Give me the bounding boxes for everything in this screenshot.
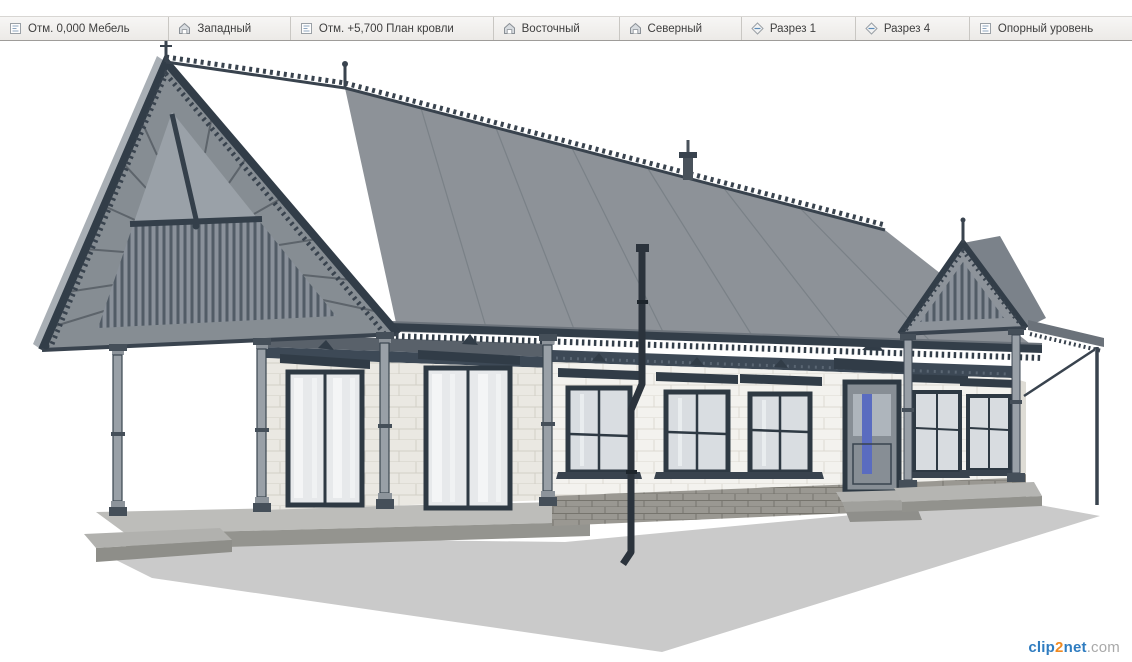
- view-tab-label: Разрез 1: [769, 22, 817, 35]
- view-tab-label: Отм. +5,700 План кровли: [318, 22, 454, 35]
- view-tab-label: Восточный: [521, 22, 580, 35]
- view-tab-zapadny[interactable]: Западный: [169, 17, 291, 40]
- elevation-icon: [629, 22, 642, 35]
- watermark-com: .com: [1086, 639, 1120, 656]
- window-top-strip: [0, 0, 1132, 16]
- section-icon: [865, 22, 878, 35]
- view-tab-label: Разрез 4: [883, 22, 931, 35]
- watermark-clip: clip: [1028, 639, 1056, 656]
- view-tab-label: Отм. 0,000 Мебель: [28, 22, 130, 35]
- view-tab-razrez-1[interactable]: Разрез 1: [742, 17, 856, 40]
- window-4: [738, 359, 824, 479]
- view-tab-severny[interactable]: Северный: [620, 17, 742, 40]
- house-3d-model: [33, 33, 1104, 652]
- veranda-column-1: [109, 344, 127, 516]
- roof-vent-stack: [679, 140, 697, 180]
- clip2net-watermark: clip2net.com: [1028, 639, 1120, 656]
- watermark-net: net: [1063, 639, 1087, 656]
- view-tab-oporny-uroven[interactable]: Опорный уровень: [970, 17, 1132, 40]
- floor-plan-icon: [9, 22, 22, 35]
- watermark-2: 2: [1055, 639, 1064, 656]
- view-tab-razrez-4[interactable]: Разрез 4: [856, 17, 970, 40]
- veranda-gable-roof: [33, 33, 402, 352]
- floor-plan-icon: [979, 22, 992, 35]
- window-top-area: Отм. 0,000 Мебель Западный Отм. +5,700 П…: [0, 0, 1132, 41]
- veranda-back-wall: [264, 334, 552, 511]
- view-tab-label: Опорный уровень: [997, 22, 1094, 35]
- 3d-view-canvas[interactable]: clip2net.com: [0, 0, 1132, 662]
- view-tab-bar: Отм. 0,000 Мебель Западный Отм. +5,700 П…: [0, 16, 1132, 41]
- view-tab-vostochny[interactable]: Восточный: [494, 17, 620, 40]
- window-3: [654, 357, 742, 479]
- view-tab-otm-0000-mebel[interactable]: Отм. 0,000 Мебель: [0, 17, 170, 40]
- view-tab-label: Северный: [647, 22, 703, 35]
- view-tab-label: Западный: [197, 22, 252, 35]
- section-icon: [751, 22, 764, 35]
- floor-plan-icon: [300, 22, 313, 35]
- view-tab-otm-5700-plan-krovli[interactable]: Отм. +5,700 План кровли: [291, 17, 494, 40]
- elevation-icon: [503, 22, 516, 35]
- elevation-icon: [178, 22, 191, 35]
